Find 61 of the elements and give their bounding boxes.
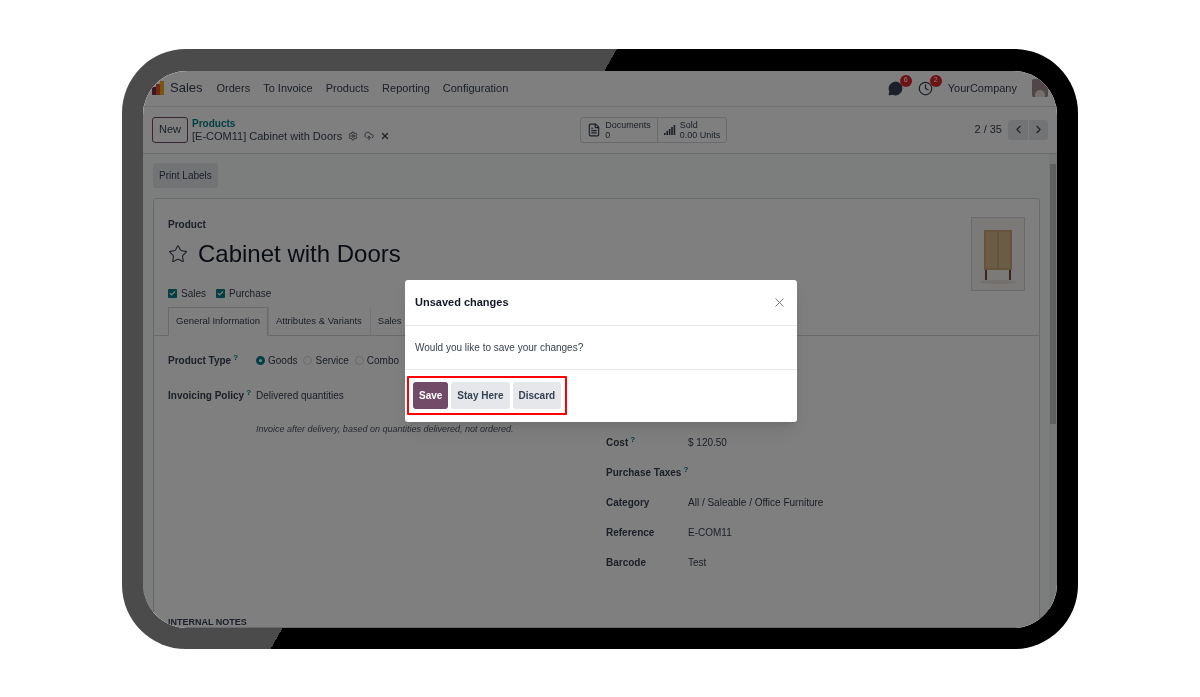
dialog-button[interactable]: Stay Here	[451, 382, 510, 409]
field-value[interactable]: E-COM11	[688, 524, 732, 540]
close-icon[interactable]	[380, 130, 391, 141]
field-value[interactable]: Delivered quantities	[256, 387, 344, 403]
checkbox-label: Sales	[181, 286, 206, 301]
tooltip-mark: ?	[233, 352, 239, 362]
app-logo-icon	[152, 81, 164, 95]
field-hint: Invoice after delivery, based on quantities delivered, not ordered.	[256, 422, 515, 436]
section-heading: INTERNAL NOTES	[168, 616, 248, 627]
previous-button[interactable]	[1008, 119, 1028, 140]
signal-bars-icon	[663, 124, 676, 135]
next-button[interactable]	[1028, 119, 1048, 140]
avatar-icon[interactable]	[1032, 79, 1048, 97]
field-label: Category	[606, 495, 651, 510]
company-name[interactable]: YourCompany	[947, 79, 1017, 97]
dialog-button[interactable]: Discard	[512, 382, 562, 409]
field-label: Reference	[606, 525, 656, 540]
breadcrumb-link[interactable]: Products	[192, 117, 391, 130]
pager-count: 2 / 35	[974, 122, 1002, 138]
chat-icon[interactable]	[887, 80, 903, 96]
document-icon	[587, 122, 602, 137]
field-value[interactable]: Test	[688, 554, 707, 570]
cloud-upload-icon[interactable]	[364, 130, 375, 141]
checkbox[interactable]	[168, 288, 177, 298]
menu-item[interactable]: Reporting	[382, 79, 430, 97]
product-name[interactable]: Cabinet with Doors	[198, 235, 401, 272]
radio-button[interactable]	[256, 355, 265, 365]
field-label: Cost $^{?}$	[606, 434, 637, 450]
checkbox-label: Purchase	[229, 286, 272, 301]
field-label: Purchase Taxes $^{?}$	[606, 464, 688, 480]
field-label: Invoicing Policy $^{?}$	[168, 387, 253, 403]
tooltip-mark: ?	[683, 464, 689, 474]
print-labels-button[interactable]: Print Labels	[153, 162, 218, 188]
stat-button[interactable]: Documents 0	[581, 117, 657, 142]
tooltip-mark: ?	[630, 434, 636, 444]
dialog-message: Would you like to save your changes?	[415, 340, 584, 355]
new-button[interactable]: New	[152, 116, 188, 143]
field-label: Barcode	[606, 555, 647, 570]
menu-item[interactable]: Products	[325, 79, 370, 97]
menu-item[interactable]: To Invoice	[263, 79, 313, 97]
form-label: Product	[168, 217, 207, 232]
field-value[interactable]: $ 120.50	[688, 434, 727, 450]
menu-item[interactable]: Orders	[216, 79, 251, 97]
clock-icon[interactable]	[917, 80, 933, 96]
tab[interactable]: Attributes & Variants	[267, 306, 370, 336]
radio-label: Goods	[268, 353, 298, 368]
stat-button[interactable]: Sold 0.00 Units	[656, 117, 727, 142]
menu-item[interactable]: Configuration	[442, 79, 509, 97]
save-button[interactable]: Save	[413, 382, 449, 409]
settings-icon[interactable]	[348, 130, 359, 141]
record-title: [E-COM11] Cabinet with Doors	[192, 129, 343, 142]
tooltip-mark: ?	[246, 387, 252, 397]
checkbox[interactable]	[216, 288, 225, 298]
radio-label: Combo	[366, 353, 400, 368]
dialog-title: Unsaved changes	[415, 294, 509, 310]
app-name[interactable]: Sales	[170, 78, 203, 98]
field-value[interactable]: All / Saleable / Office Furniture	[688, 494, 824, 510]
tab[interactable]: General Information	[168, 306, 268, 336]
field-label: Product Type $^{?}$	[168, 352, 240, 368]
radio-label: Service	[315, 353, 349, 368]
favorite-star-icon[interactable]	[168, 243, 188, 264]
